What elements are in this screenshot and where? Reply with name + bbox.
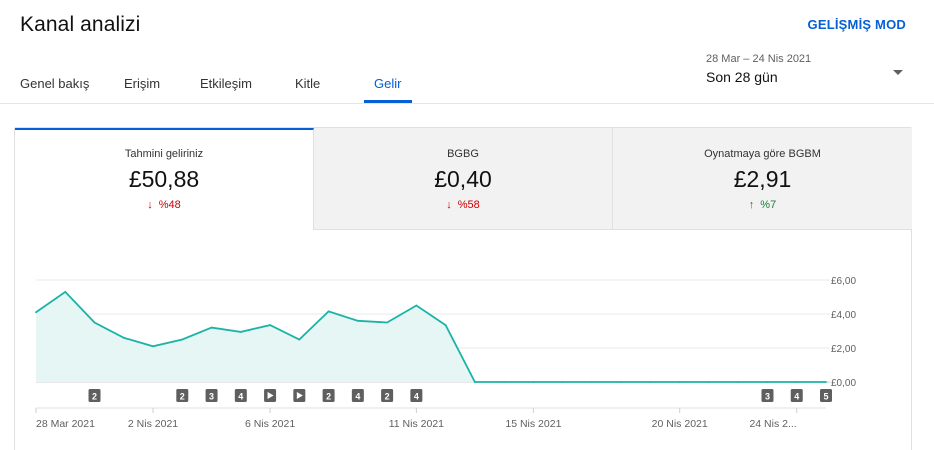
data-point [561,381,564,383]
y-tick-label: £4,00 [831,310,856,321]
y-tick-label: £0,00 [831,378,856,389]
data-point [356,319,359,322]
data-point [795,381,798,383]
data-point [415,304,418,307]
data-point [737,381,740,383]
event-marker-label: 2 [92,392,97,402]
data-point [239,330,242,333]
data-point [620,381,623,383]
event-marker-label: 2 [385,392,390,402]
data-point [766,381,769,383]
event-marker-label: 3 [209,392,214,402]
revenue-chart: £0,00 £2,00 £4,00 £6,00 2 2 3 4 2 4 2 4 3 4 5 28 Mar 20… [35,276,856,430]
data-point [64,291,67,293]
y-tick-label: £2,00 [831,344,856,355]
event-marker-label: 4 [238,392,243,402]
data-point [210,326,213,329]
data-point [708,381,710,383]
data-point [93,321,96,324]
event-marker-label: 5 [823,392,828,402]
event-marker-label: 4 [794,392,799,402]
event-marker-label: 4 [355,392,360,402]
data-point [825,381,827,383]
event-marker-label: 4 [414,392,419,402]
x-tick-label: 15 Nis 2021 [505,418,561,430]
data-point [532,381,535,383]
x-tick-label: 2 Nis 2021 [128,418,178,430]
data-point [678,381,681,383]
data-point [503,381,506,383]
event-marker-label: 3 [765,392,770,402]
x-tick-label: 11 Nis 2021 [389,418,444,430]
y-tick-label: £6,00 [831,276,856,287]
series-area [36,291,826,382]
data-point [152,345,154,348]
x-tick-label: 20 Nis 2021 [652,418,708,430]
data-point [181,338,184,341]
data-point [269,324,271,326]
data-point [444,324,447,326]
data-point [591,381,593,383]
data-point [473,381,476,383]
data-point [122,336,125,339]
x-tick-label: 28 Mar 2021 [36,418,95,430]
data-point [298,338,301,341]
x-tick-label: 24 Nis 2... [749,418,796,430]
data-point [649,381,652,383]
data-point [386,321,389,324]
x-tick-label: 6 Nis 2021 [245,418,295,430]
event-marker-label: 2 [326,392,331,402]
data-point [35,311,37,314]
event-marker-label: 2 [180,392,185,402]
data-point [327,310,330,313]
